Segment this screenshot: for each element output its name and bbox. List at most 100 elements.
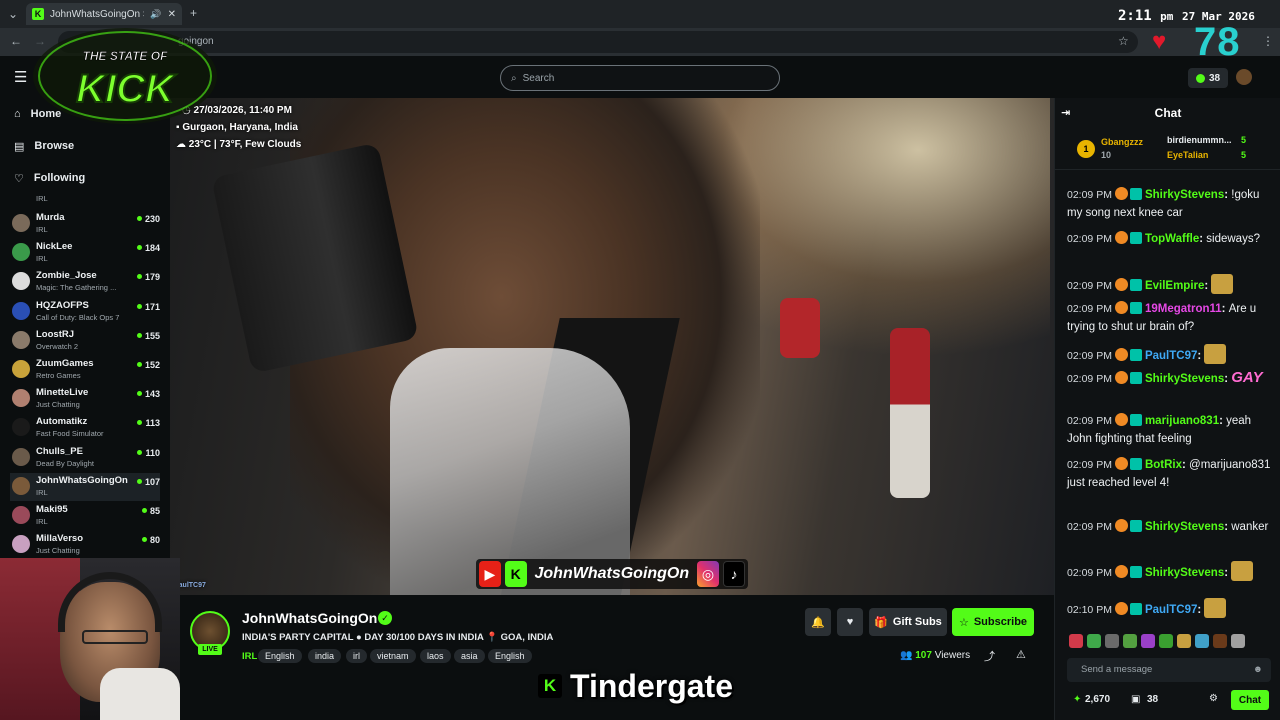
stream-category[interactable]: IRL <box>242 651 257 662</box>
following-item[interactable]: Maki95 IRL 85 <box>10 502 160 530</box>
overlay-weather: ☁ 23°C | 73°F, Few Clouds <box>176 139 301 150</box>
stream-tag[interactable]: English <box>258 649 302 663</box>
chat-username[interactable]: BotRix <box>1145 459 1182 471</box>
chat-username[interactable]: ShirkyStevens <box>1145 189 1224 201</box>
channel-name[interactable]: JohnWhatsGoingOn <box>242 610 377 626</box>
gifter-name[interactable]: EyeTalian <box>1167 150 1208 160</box>
following-item[interactable]: JohnWhatsGoingOn IRL 107 <box>10 472 160 501</box>
viewer-number: 155 <box>144 330 160 341</box>
emote-icon[interactable] <box>1087 634 1101 648</box>
chat-input[interactable]: Send a message ☻ <box>1067 658 1271 682</box>
viewers-number: 107 <box>915 650 932 661</box>
subscribe-button[interactable]: ☆ Subscribe <box>952 608 1034 636</box>
video-bystander <box>890 328 930 498</box>
back-icon[interactable]: ← <box>10 34 22 48</box>
gifter-name[interactable]: Gbangzzz <box>1101 137 1143 147</box>
chat-timestamp: 02:09 PM <box>1067 303 1112 315</box>
share-icon[interactable]: ⤴ <box>984 648 995 664</box>
chat-username[interactable]: ShirkyStevens <box>1145 521 1224 533</box>
following-item-partial[interactable]: IRL <box>10 194 160 206</box>
chat-username[interactable]: ShirkyStevens <box>1145 373 1224 385</box>
viewer-number: 171 <box>144 301 160 312</box>
following-item[interactable]: HQZAOFPS Call of Duty: Black Ops 7 171 <box>10 298 160 326</box>
send-chat-button[interactable]: Chat <box>1231 690 1269 710</box>
gifter-count: 5 <box>1241 150 1247 160</box>
chat-username[interactable]: PaulTC97 <box>1145 350 1197 362</box>
emote-icon[interactable] <box>1213 634 1227 648</box>
emote-icon[interactable] <box>1195 634 1209 648</box>
viewer-number: 230 <box>144 214 160 224</box>
chat-message: 02:09 PM BotRix: @marijuano831 just reach… <box>1067 456 1275 492</box>
viewer-number: 113 <box>145 418 160 429</box>
live-dot-icon <box>141 508 147 513</box>
emote-icon[interactable] <box>1123 634 1137 648</box>
gifter-name[interactable]: birdienummn... <box>1167 135 1232 145</box>
notification-bell-button[interactable]: 🔔 <box>805 608 831 636</box>
emote-icon[interactable] <box>1105 634 1119 648</box>
chat-settings-icon[interactable]: ⚙ <box>1209 693 1218 704</box>
close-tab-icon[interactable]: ✕ <box>168 9 176 20</box>
chat-panel: ⇥ Chat 1 Gbangzzz 10 birdienummn... 5 Ey… <box>1054 98 1280 720</box>
social-channel-name: JohnWhatsGoingOn <box>534 565 690 582</box>
following-name: Maki95 <box>36 504 68 515</box>
tab-list-icon[interactable]: ⌄ <box>8 7 18 21</box>
chat-username[interactable]: ShirkyStevens <box>1145 567 1224 579</box>
points-icon: ✦ <box>1073 694 1082 705</box>
stream-tag[interactable]: india <box>308 649 342 663</box>
follow-button[interactable]: ♥ <box>837 608 863 636</box>
following-item[interactable]: Murda IRL 230 <box>10 210 160 238</box>
stream-tag[interactable]: laos <box>420 649 451 663</box>
subscriber-badge-icon <box>1129 372 1142 384</box>
audio-icon[interactable]: 🔊 <box>150 9 161 20</box>
following-item[interactable]: MinetteLive Just Chatting 143 <box>10 385 160 413</box>
gift-subs-button[interactable]: 🎁 Gift Subs <box>869 608 947 636</box>
cookie-badge-icon <box>1114 602 1128 615</box>
following-name: Automatikz <box>36 416 88 428</box>
emoji-icon[interactable]: ☻ <box>1253 658 1263 682</box>
url-field[interactable]: goingon <box>58 31 1138 53</box>
caption-text: Tindergate <box>570 667 733 704</box>
search-input[interactable]: ⌕ Search <box>500 65 780 91</box>
user-avatar[interactable] <box>1236 69 1252 85</box>
following-item[interactable]: MillaVerso Just Chatting 80 <box>10 531 160 559</box>
sidebar-item-following[interactable]: ♡ Following <box>14 167 85 189</box>
following-item[interactable]: Chulls_PE Dead By Daylight 110 <box>10 444 160 472</box>
chat-username[interactable]: PaulTC97 <box>1145 604 1197 616</box>
stream-tag[interactable]: vietnam <box>370 649 416 663</box>
sidebar-item-browse[interactable]: ▤ Browse <box>14 135 74 157</box>
new-tab-icon[interactable]: + <box>190 6 197 20</box>
subscribe-label: Subscribe <box>973 616 1028 628</box>
emote-icon[interactable] <box>1231 634 1245 648</box>
stream-tag[interactable]: English <box>488 649 532 663</box>
emote-icon[interactable] <box>1177 634 1191 648</box>
points-badge[interactable]: 38 <box>1188 68 1228 88</box>
following-item[interactable]: Automatikz Fast Food Simulator 113 <box>10 414 160 442</box>
stream-tag[interactable]: asia <box>454 649 485 663</box>
chat-username[interactable]: 19Megatron11 <box>1145 303 1222 315</box>
video-player[interactable]: ◷ 27/03/2026, 11:40 PM ▪ Gurgaon, Haryan… <box>170 98 1054 595</box>
following-item[interactable]: NickLee IRL 184 <box>10 239 160 267</box>
gift-count[interactable]: 38 <box>1147 694 1158 705</box>
chat-username[interactable]: marijuano831 <box>1145 415 1219 427</box>
report-icon[interactable]: ⚠ <box>1016 648 1026 661</box>
webcam-glasses <box>82 630 148 644</box>
chat-username[interactable]: EvilEmpire <box>1145 280 1204 292</box>
emote-icon[interactable] <box>1069 634 1083 648</box>
browser-menu-icon[interactable]: ⋮ <box>1262 34 1274 48</box>
emote-icon[interactable] <box>1159 634 1173 648</box>
following-item[interactable]: ZuumGames Retro Games 152 <box>10 356 160 384</box>
subscriber-badge-icon <box>1129 349 1142 361</box>
browser-tab[interactable]: K JohnWhatsGoingOn Stream 🔊 ✕ <box>26 3 182 25</box>
following-item[interactable]: LoostRJ Overwatch 2 155 <box>10 327 160 355</box>
collapse-chat-icon[interactable]: ⇥ <box>1061 106 1070 119</box>
emote-icon[interactable] <box>1141 634 1155 648</box>
stream-tag[interactable]: irl <box>346 649 367 663</box>
chat-text: GAY <box>1231 369 1263 386</box>
following-viewers: 152 <box>136 360 160 370</box>
following-viewers: 179 <box>136 272 160 282</box>
hamburger-menu-icon[interactable]: ☰ <box>14 68 27 86</box>
bookmark-star-icon[interactable]: ☆ <box>1118 34 1129 48</box>
following-item[interactable]: Zombie_Jose Magic: The Gathering ... 179 <box>10 268 160 296</box>
chat-username[interactable]: TopWaffle <box>1145 233 1199 245</box>
chat-points[interactable]: 2,670 <box>1085 694 1110 705</box>
